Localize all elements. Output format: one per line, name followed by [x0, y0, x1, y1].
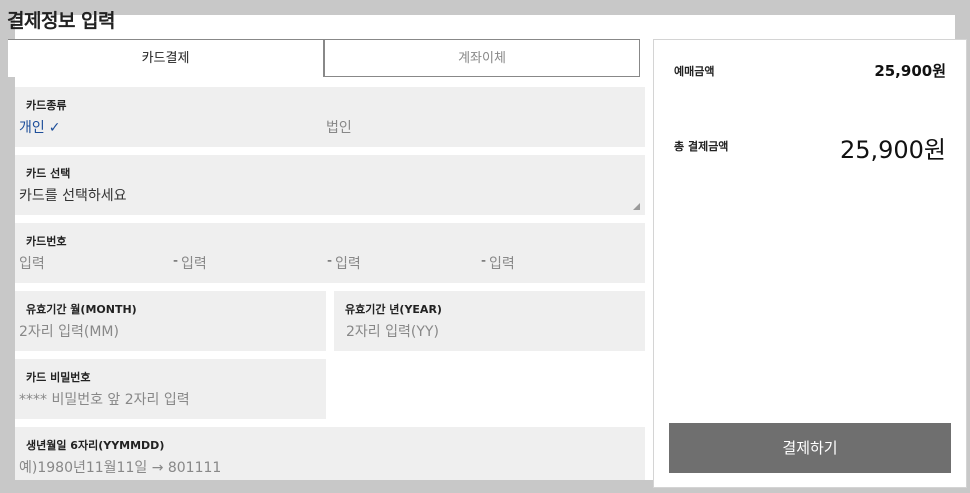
total-amount-label: 총 결제금액 — [674, 140, 729, 153]
card-type-field: 카드종류 개인 ✓ 법인 — [15, 87, 645, 147]
birth-date-input[interactable]: 예)1980년11월11일 → 801111 — [19, 457, 221, 477]
page-title: 결제정보 입력 — [7, 10, 116, 32]
card-select-field[interactable]: 카드 선택 카드를 선택하세요 — [15, 155, 645, 215]
card-type-option-personal[interactable]: 개인 ✓ — [19, 117, 61, 137]
card-number-input-2[interactable]: 입력 — [181, 253, 207, 273]
card-type-label: 카드종류 — [26, 99, 67, 112]
card-number-separator: - — [173, 253, 179, 269]
birth-date-label: 생년월일 6자리(YYMMDD) — [26, 439, 165, 452]
ticket-amount-value: 25,900원 — [874, 62, 946, 80]
card-select-label: 카드 선택 — [26, 167, 71, 180]
card-number-separator: - — [481, 253, 487, 269]
form-frame-bottom — [7, 480, 653, 485]
card-password-input[interactable]: **** 비밀번호 앞 2자리 입력 — [19, 389, 190, 409]
tab-bank-transfer[interactable]: 계좌이체 — [324, 39, 640, 77]
check-icon: ✓ — [48, 120, 61, 136]
expiry-year-input[interactable]: 2자리 입력(YY) — [346, 321, 439, 341]
card-number-field: 카드번호 입력 - 입력 - 입력 - 입력 — [15, 223, 645, 283]
card-select-value[interactable]: 카드를 선택하세요 — [19, 185, 127, 205]
tab-card-payment[interactable]: 카드결제 — [7, 39, 324, 77]
payment-method-tabs: 카드결제 계좌이체 — [7, 39, 640, 79]
card-number-label: 카드번호 — [26, 235, 67, 248]
expiry-month-input[interactable]: 2자리 입력(MM) — [19, 321, 119, 341]
payment-summary-panel: 예매금액 25,900원 총 결제금액 25,900원 — [653, 39, 967, 488]
birth-date-field: 생년월일 6자리(YYMMDD) 예)1980년11월11일 → 801111 — [15, 427, 645, 481]
card-number-input-3[interactable]: 입력 — [335, 253, 361, 273]
card-type-option-corporate[interactable]: 법인 — [326, 117, 352, 137]
expiry-month-label: 유효기간 월(MONTH) — [26, 303, 137, 316]
card-number-input-1[interactable]: 입력 — [19, 253, 45, 273]
total-amount-value: 25,900원 — [839, 136, 946, 164]
card-password-label: 카드 비밀번호 — [26, 371, 91, 384]
expiry-year-field: 유효기간 년(YEAR) 2자리 입력(YY) — [334, 291, 645, 351]
resize-handle-icon[interactable] — [633, 203, 640, 210]
form-frame-left — [7, 39, 8, 481]
pay-button[interactable]: 결제하기 — [669, 423, 951, 473]
expiry-month-field: 유효기간 월(MONTH) 2자리 입력(MM) — [15, 291, 326, 351]
card-password-field: 카드 비밀번호 **** 비밀번호 앞 2자리 입력 — [15, 359, 326, 419]
expiry-year-label: 유효기간 년(YEAR) — [345, 303, 442, 316]
card-number-separator: - — [327, 253, 333, 269]
card-type-option-personal-label: 개인 — [19, 120, 45, 136]
card-number-input-4[interactable]: 입력 — [489, 253, 515, 273]
ticket-amount-label: 예매금액 — [674, 65, 715, 78]
